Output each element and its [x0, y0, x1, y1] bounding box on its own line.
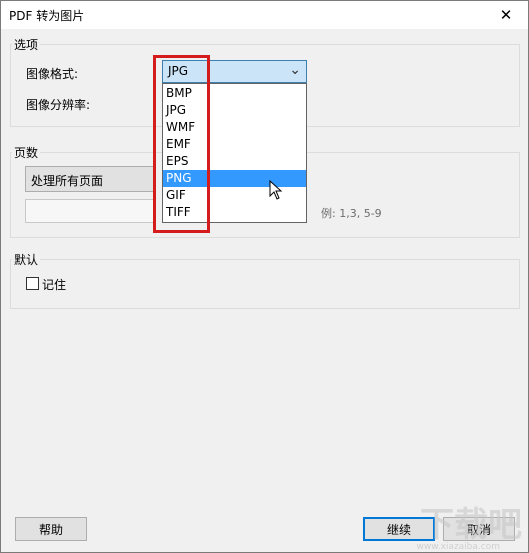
image-format-label: 图像格式: — [26, 67, 79, 81]
mouse-cursor-icon — [269, 180, 283, 200]
format-option-bmp[interactable]: BMP — [163, 85, 306, 102]
title-bar: PDF 转为图片 ✕ — [1, 1, 528, 29]
image-format-value: JPG — [168, 64, 189, 78]
default-group — [10, 259, 520, 309]
default-group-label: 默认 — [12, 251, 41, 268]
watermark-logo: 下载吧 — [420, 505, 522, 545]
pages-select-value: 处理所有页面 — [31, 174, 104, 188]
window-title: PDF 转为图片 — [9, 9, 85, 23]
help-button[interactable]: 帮助 — [15, 517, 87, 541]
chevron-down-icon: ⌄ — [289, 62, 301, 78]
format-option-eps[interactable]: EPS — [163, 153, 306, 170]
dialog-window: PDF 转为图片 ✕ 选项 图像格式: JPG ⌄ 图像分辨率: 页数 处理所有… — [0, 0, 529, 553]
format-option-emf[interactable]: EMF — [163, 136, 306, 153]
remember-checkbox[interactable] — [26, 277, 39, 290]
options-group-label: 选项 — [12, 36, 41, 53]
continue-button-label: 继续 — [386, 522, 411, 537]
close-button[interactable]: ✕ — [484, 1, 528, 29]
close-icon: ✕ — [499, 6, 513, 24]
format-option-gif[interactable]: GIF — [163, 187, 306, 204]
watermark-url: www.xiazaiba.com — [416, 542, 500, 552]
remember-label: 记住 — [42, 278, 67, 292]
pages-select[interactable]: 处理所有页面 — [25, 166, 155, 192]
format-dropdown-list: BMP JPG WMF EMF EPS PNG GIF TIFF — [162, 83, 307, 223]
format-option-png[interactable]: PNG — [163, 170, 306, 187]
page-range-hint: 例: 1,3, 5-9 — [321, 207, 382, 220]
pages-group-label: 页数 — [12, 144, 41, 161]
help-button-label: 帮助 — [38, 522, 63, 537]
format-option-tiff[interactable]: TIFF — [163, 204, 306, 221]
page-range-input[interactable] — [25, 199, 155, 223]
format-option-jpg[interactable]: JPG — [163, 102, 306, 119]
image-format-select[interactable]: JPG ⌄ — [162, 60, 307, 83]
resolution-label: 图像分辨率: — [26, 98, 91, 112]
format-option-wmf[interactable]: WMF — [163, 119, 306, 136]
